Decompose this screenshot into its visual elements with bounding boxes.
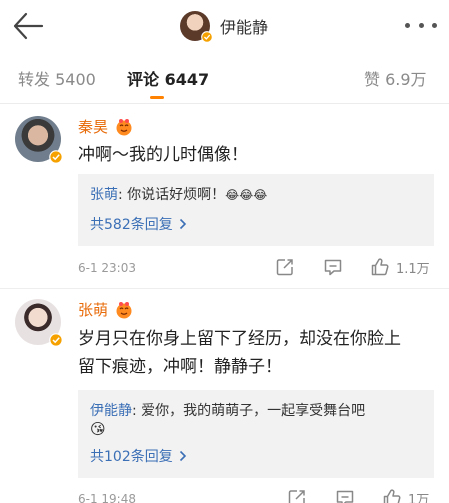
- chevron-right-icon: [179, 450, 186, 462]
- active-tab-indicator: [150, 96, 164, 99]
- more-button[interactable]: [405, 16, 437, 34]
- comment-author[interactable]: 张萌: [78, 299, 108, 320]
- thumbs-up-icon: [383, 489, 401, 503]
- avatar[interactable]: [15, 299, 63, 347]
- verified-icon: [49, 150, 63, 164]
- reply-line: 伊能静: 爱你，我的萌萌子，一起享受舞台吧: [90, 403, 366, 419]
- comment-time: 6-1 19:48: [78, 492, 136, 503]
- verified-icon: [49, 333, 63, 347]
- repost-button[interactable]: [287, 488, 307, 503]
- repost-button[interactable]: [275, 257, 295, 277]
- reply-text: 你说话好烦啊！: [127, 187, 226, 203]
- comment-author[interactable]: 秦昊: [78, 116, 108, 137]
- chevron-right-icon: [179, 218, 186, 230]
- verified-icon: [201, 31, 213, 43]
- more-dots-icon: [405, 22, 410, 28]
- profile-title[interactable]: 伊能静: [180, 9, 268, 43]
- arrow-left-icon: [13, 12, 44, 40]
- share-icon: [276, 259, 293, 276]
- reply-preview[interactable]: 伊能静: 爱你，我的萌萌子，一起享受舞台吧 😘 共102条回复: [78, 390, 434, 478]
- more-replies-link[interactable]: 共102条回复: [90, 446, 187, 466]
- more-replies-link[interactable]: 共582条回复: [90, 214, 187, 234]
- share-icon: [288, 490, 305, 503]
- avatar: [180, 11, 213, 43]
- tab-comments[interactable]: 评论 6447: [127, 66, 209, 90]
- fan-badge-icon: [116, 301, 132, 318]
- comment-author-row: 张萌: [78, 299, 133, 320]
- avatar[interactable]: [15, 116, 63, 164]
- comment-text: 冲啊～我的儿时偶像！: [78, 145, 248, 165]
- reply-author[interactable]: 伊能静: [90, 403, 132, 419]
- comment-time: 6-1 23:03: [78, 261, 136, 275]
- comment-text: 岁月只在你身上留下了经历，却没在你脸上 留下痕迹，冲啊！静静子！: [78, 329, 401, 377]
- page-title: 伊能静: [220, 18, 269, 37]
- tab-reposts[interactable]: 转发 5400: [18, 66, 96, 90]
- like-count: 1万: [408, 492, 430, 503]
- top-bar: 伊能静: [0, 0, 449, 52]
- reply-preview[interactable]: 张萌: 你说话好烦啊！😂😂😂 共582条回复: [78, 174, 434, 246]
- back-button[interactable]: [12, 12, 44, 40]
- emoji: 😘: [90, 420, 106, 438]
- reply-text: 爱你，我的萌萌子，一起享受舞台吧: [141, 403, 366, 419]
- like-button[interactable]: 1万: [382, 488, 429, 503]
- tabs-bar: 转发 5400 评论 6447 赞 6.9万: [0, 58, 449, 100]
- comment-author-row: 秦昊: [78, 116, 133, 137]
- fan-badge-icon: [116, 118, 132, 135]
- like-count: 1.1万: [396, 261, 430, 277]
- comment-button[interactable]: [335, 488, 355, 503]
- comment-item: 张萌 岁月只在你身上留下了经历，却没在你脸上 留下痕迹，冲啊！静静子！ 伊能静:…: [0, 289, 449, 503]
- emoji: 😂😂😂: [225, 188, 268, 202]
- thumbs-up-icon: [371, 258, 389, 276]
- like-button[interactable]: 1.1万: [370, 257, 430, 277]
- reply-line: 张萌: 你说话好烦啊！😂😂😂: [90, 187, 268, 203]
- comment-icon: [324, 259, 342, 276]
- comment-icon: [336, 490, 354, 503]
- tab-likes[interactable]: 赞 6.9万: [364, 66, 427, 90]
- comment-item: 秦昊 冲啊～我的儿时偶像！ 张萌: 你说话好烦啊！😂😂😂 共582条回复 6-1…: [0, 104, 449, 284]
- reply-author[interactable]: 张萌: [90, 187, 118, 203]
- comment-button[interactable]: [323, 257, 343, 277]
